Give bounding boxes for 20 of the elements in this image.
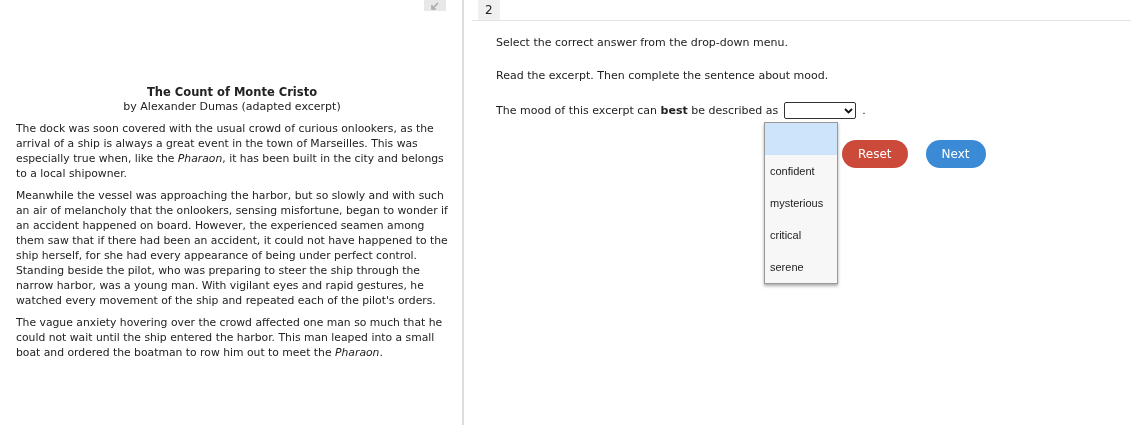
prompt-text: Read the excerpt. Then complete the sentence about mood. xyxy=(496,69,830,82)
passage-paragraph: The vague anxiety hovering over the crowd affected one man so much that he could not wait until the ship entered the harbor. This man leaped into a small boat and ordered the boatman to row him out to meet the Pharaon. xyxy=(16,315,444,360)
dropdown-option[interactable]: serene xyxy=(765,251,837,283)
next-button[interactable]: Next xyxy=(925,140,986,168)
dropdown-option[interactable]: confident xyxy=(765,155,837,187)
passage-byline: by Alexander Dumas (adapted excerpt) xyxy=(122,100,342,113)
dropdown-option[interactable]: critical xyxy=(765,219,837,251)
chevron-icon xyxy=(844,107,854,114)
question-sentence: The mood of this excerpt can best be described as xyxy=(496,104,779,117)
answer-dropdown[interactable] xyxy=(784,102,857,119)
instruction-text: Select the correct answer from the drop-down menu. xyxy=(496,36,789,49)
question-number: 2 xyxy=(478,0,500,20)
sentence-period: . xyxy=(862,104,866,117)
passage-paragraph: Meanwhile the vessel was approaching the harbor, but so slowly and with such an air of melancholy that the onlookers, sensing misfortune, began to wonder if an accident happened on board. However, the experienced seamen among them saw that if there had been an accident, it could not have happened to the ship herself, for she had every appearance of being under perfect control. Standing beside the pilot, who was preparing to steer the ship through the narrow harbor, was a young man. With vigilant eyes and rapid gestures, he watched every movement of the ship and repeated each of the pilot's orders. xyxy=(16,188,448,308)
arrow-icon xyxy=(430,1,440,10)
reset-button[interactable]: Reset xyxy=(842,140,908,168)
dropdown-option[interactable]: mysterious xyxy=(765,187,837,219)
collapse-button[interactable] xyxy=(424,0,446,11)
passage-title: The Count of Monte Cristo xyxy=(145,85,319,99)
passage-paragraph: The dock was soon covered with the usual crowd of curious onlookers, as the arrival of a ship is always a great event in the town of Marseilles. This was especially true when, like the Pharaon, it has been built in the city and belongs to a local shipowner. xyxy=(16,121,445,181)
